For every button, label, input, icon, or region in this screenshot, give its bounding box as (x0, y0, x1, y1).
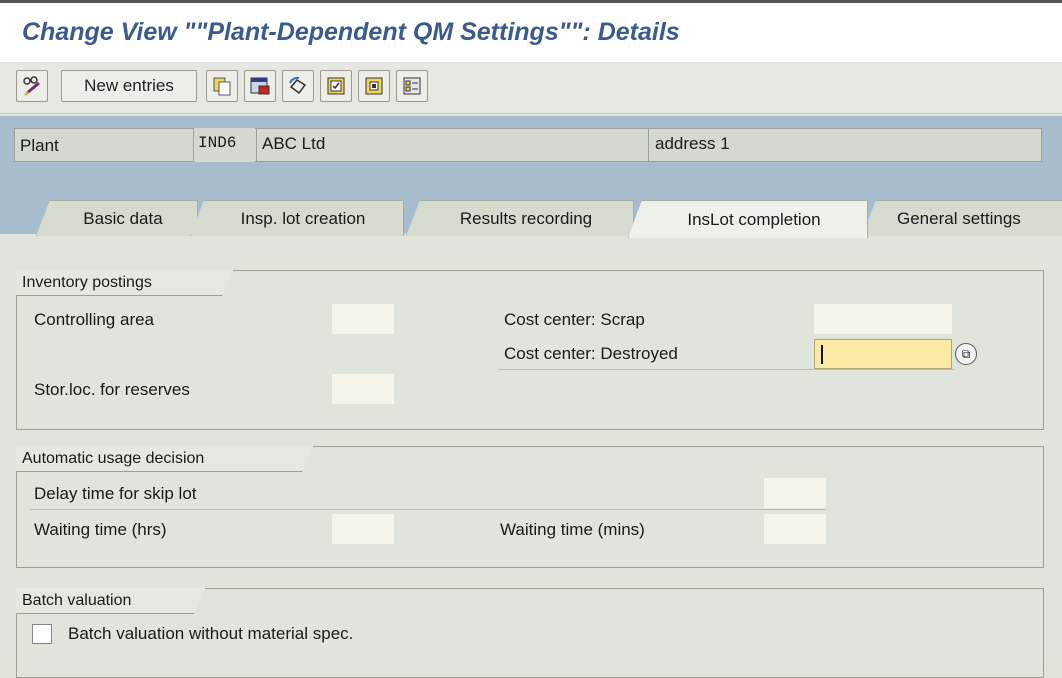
text-cursor (821, 345, 823, 364)
select-all-button[interactable] (320, 70, 352, 102)
select-block-button[interactable] (358, 70, 390, 102)
display-change-button[interactable] (16, 70, 48, 102)
cost-center-destroyed-input[interactable] (814, 339, 952, 369)
cost-center-destroyed-label: Cost center: Destroyed (504, 344, 678, 363)
stor-loc-reserves-input[interactable] (332, 374, 394, 404)
cost-center-scrap-label: Cost center: Scrap (504, 310, 645, 329)
plant-address-field: address 1 (648, 128, 1042, 162)
page-title: Change View ""Plant-Dependent QM Setting… (22, 18, 680, 46)
batch-valuation-label: Batch valuation without material spec. (68, 624, 354, 643)
copy-icon (213, 77, 231, 96)
plant-name-field: ABC Ltd (256, 128, 648, 162)
delete-button[interactable] (244, 70, 276, 102)
inventory-postings-title: Inventory postings (16, 270, 234, 296)
automatic-usage-decision-title: Automatic usage decision (16, 446, 314, 472)
undo-icon (289, 76, 307, 95)
select-all-icon (327, 77, 345, 95)
delay-skip-lot-input[interactable] (764, 478, 826, 508)
delete-icon (250, 77, 270, 95)
pencil-glasses-icon (23, 76, 40, 97)
cost-center-scrap-input[interactable] (814, 304, 952, 334)
waiting-time-hrs-label: Waiting time (hrs) (34, 520, 167, 539)
search-help-icon: ⧉ (961, 346, 971, 361)
deselect-all-button[interactable] (396, 70, 428, 102)
plant-label: Plant (20, 136, 59, 155)
plant-code-field: IND6 (193, 128, 255, 162)
deselect-all-icon (403, 77, 421, 95)
tab-insp-lot-creation[interactable]: Insp. lot creation (190, 200, 404, 236)
search-help-button[interactable]: ⧉ (955, 343, 977, 365)
new-entries-button[interactable]: New entries (61, 70, 197, 102)
waiting-time-hrs-input[interactable] (332, 514, 394, 544)
waiting-time-mins-label: Waiting time (mins) (500, 520, 645, 539)
select-block-icon (365, 77, 383, 95)
tab-results-recording[interactable]: Results recording (406, 200, 634, 236)
controlling-area-input[interactable] (332, 304, 394, 334)
copy-button[interactable] (206, 70, 238, 102)
tab-inslot-completion[interactable]: InsLot completion (628, 200, 868, 238)
tab-general-settings[interactable]: General settings (862, 200, 1062, 236)
batch-valuation-checkbox[interactable] (32, 624, 52, 644)
delay-skip-lot-label: Delay time for skip lot (34, 484, 197, 503)
batch-valuation-title: Batch valuation (16, 588, 206, 614)
controlling-area-label: Controlling area (34, 310, 155, 329)
stor-loc-reserves-label: Stor.loc. for reserves (34, 380, 190, 399)
tab-basic-data[interactable]: Basic data (36, 200, 198, 236)
waiting-time-mins-input[interactable] (764, 514, 826, 544)
undo-change-button[interactable] (282, 70, 314, 102)
